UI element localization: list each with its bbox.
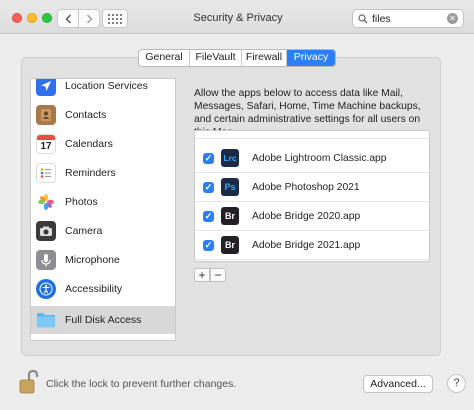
app-checkbox[interactable]: ✓ — [203, 210, 214, 222]
lock-button[interactable] — [18, 369, 40, 395]
sidebar-item-label: Calendars — [65, 138, 113, 150]
table-row-partial — [195, 131, 429, 139]
chevron-right-icon — [86, 14, 92, 23]
forward-button[interactable] — [78, 9, 100, 28]
app-checkbox[interactable]: ✓ — [203, 181, 214, 193]
back-button[interactable] — [57, 9, 79, 28]
tab-privacy[interactable]: Privacy — [287, 50, 335, 66]
table-row[interactable]: ✓ Lrc Adobe Lightroom Classic.app — [195, 144, 429, 173]
advanced-button[interactable]: Advanced... — [363, 375, 433, 393]
sidebar-item-location-services[interactable]: Location Services — [31, 79, 175, 100]
tab-filevault[interactable]: FileVault — [190, 50, 242, 66]
app-name: Adobe Bridge 2021.app — [252, 239, 361, 251]
sidebar-item-label: Location Services — [65, 80, 148, 92]
sidebar-item-photos[interactable]: Photos — [31, 188, 175, 216]
app-list[interactable]: ✓ Lrc Adobe Lightroom Classic.app ✓ Ps A… — [194, 130, 430, 262]
camera-icon — [36, 221, 56, 241]
photoshop-icon: Ps — [221, 178, 239, 196]
title-bar: Security & Privacy ✕ — [0, 0, 474, 34]
folder-icon — [36, 310, 56, 330]
photos-flower-icon — [36, 192, 56, 212]
sidebar-item-reminders[interactable]: Reminders — [31, 159, 175, 187]
show-all-button[interactable] — [102, 9, 128, 28]
app-checkbox[interactable]: ✓ — [203, 152, 214, 164]
lightroom-classic-icon: Lrc — [221, 149, 239, 167]
calendar-icon: 17 — [36, 134, 56, 154]
clear-search-icon[interactable]: ✕ — [447, 13, 458, 24]
sidebar-item-label: Camera — [65, 225, 103, 237]
add-app-button[interactable]: + — [194, 268, 210, 282]
sidebar-item-accessibility[interactable]: Accessibility — [31, 275, 175, 303]
sidebar-item-calendars[interactable]: 17 Calendars — [31, 130, 175, 158]
sidebar-item-contacts[interactable]: Contacts — [31, 101, 175, 129]
close-window-button[interactable] — [12, 13, 22, 23]
tab-bar: General FileVault Firewall Privacy — [138, 49, 336, 67]
calendar-day: 17 — [40, 141, 52, 152]
contacts-book-icon — [36, 105, 56, 125]
tab-general[interactable]: General — [139, 50, 190, 66]
sidebar-item-label: Photos — [65, 196, 98, 208]
sidebar-item-microphone[interactable]: Microphone — [31, 246, 175, 274]
accessibility-icon — [36, 279, 56, 299]
zoom-window-button[interactable] — [42, 13, 52, 23]
window-title: Security & Privacy — [193, 12, 283, 24]
tab-firewall[interactable]: Firewall — [242, 50, 287, 66]
app-checkbox[interactable]: ✓ — [203, 239, 214, 251]
app-name: Adobe Lightroom Classic.app — [252, 152, 387, 164]
bridge-icon: Br — [221, 207, 239, 225]
app-name: Adobe Bridge 2020.app — [252, 210, 361, 222]
reminders-list-icon — [36, 163, 56, 183]
privacy-category-list[interactable]: Location Services Contacts 17 Calendars … — [30, 78, 176, 341]
table-row[interactable]: ✓ Br Adobe Bridge 2020.app — [195, 202, 429, 231]
minimize-window-button[interactable] — [27, 13, 37, 23]
chevron-left-icon — [65, 14, 71, 23]
table-row[interactable]: ✓ Ps Adobe Photoshop 2021 — [195, 173, 429, 202]
sidebar-item-label: Full Disk Access — [65, 314, 142, 326]
microphone-icon — [36, 250, 56, 270]
help-button[interactable]: ? — [447, 374, 466, 393]
sidebar-item-label: Contacts — [65, 109, 107, 121]
remove-app-button[interactable]: − — [210, 268, 226, 282]
table-row[interactable]: ✓ Br Adobe Bridge 2021.app — [195, 231, 429, 260]
location-arrow-icon — [36, 79, 56, 96]
sidebar-item-label: Reminders — [65, 167, 116, 179]
bridge-icon: Br — [221, 236, 239, 254]
sidebar-item-label: Accessibility — [65, 283, 123, 295]
sidebar-item-full-disk-access[interactable]: Full Disk Access — [31, 306, 175, 334]
search-icon — [358, 13, 368, 23]
sidebar-item-label: Microphone — [65, 254, 120, 266]
sidebar-item-camera[interactable]: Camera — [31, 217, 175, 245]
lock-status-text: Click the lock to prevent further change… — [46, 378, 237, 390]
search-input[interactable] — [372, 12, 448, 25]
app-name: Adobe Photoshop 2021 — [252, 181, 360, 193]
search-field[interactable]: ✕ — [352, 9, 464, 28]
unlocked-padlock-icon — [19, 369, 39, 394]
grid-dots-icon — [108, 13, 122, 24]
